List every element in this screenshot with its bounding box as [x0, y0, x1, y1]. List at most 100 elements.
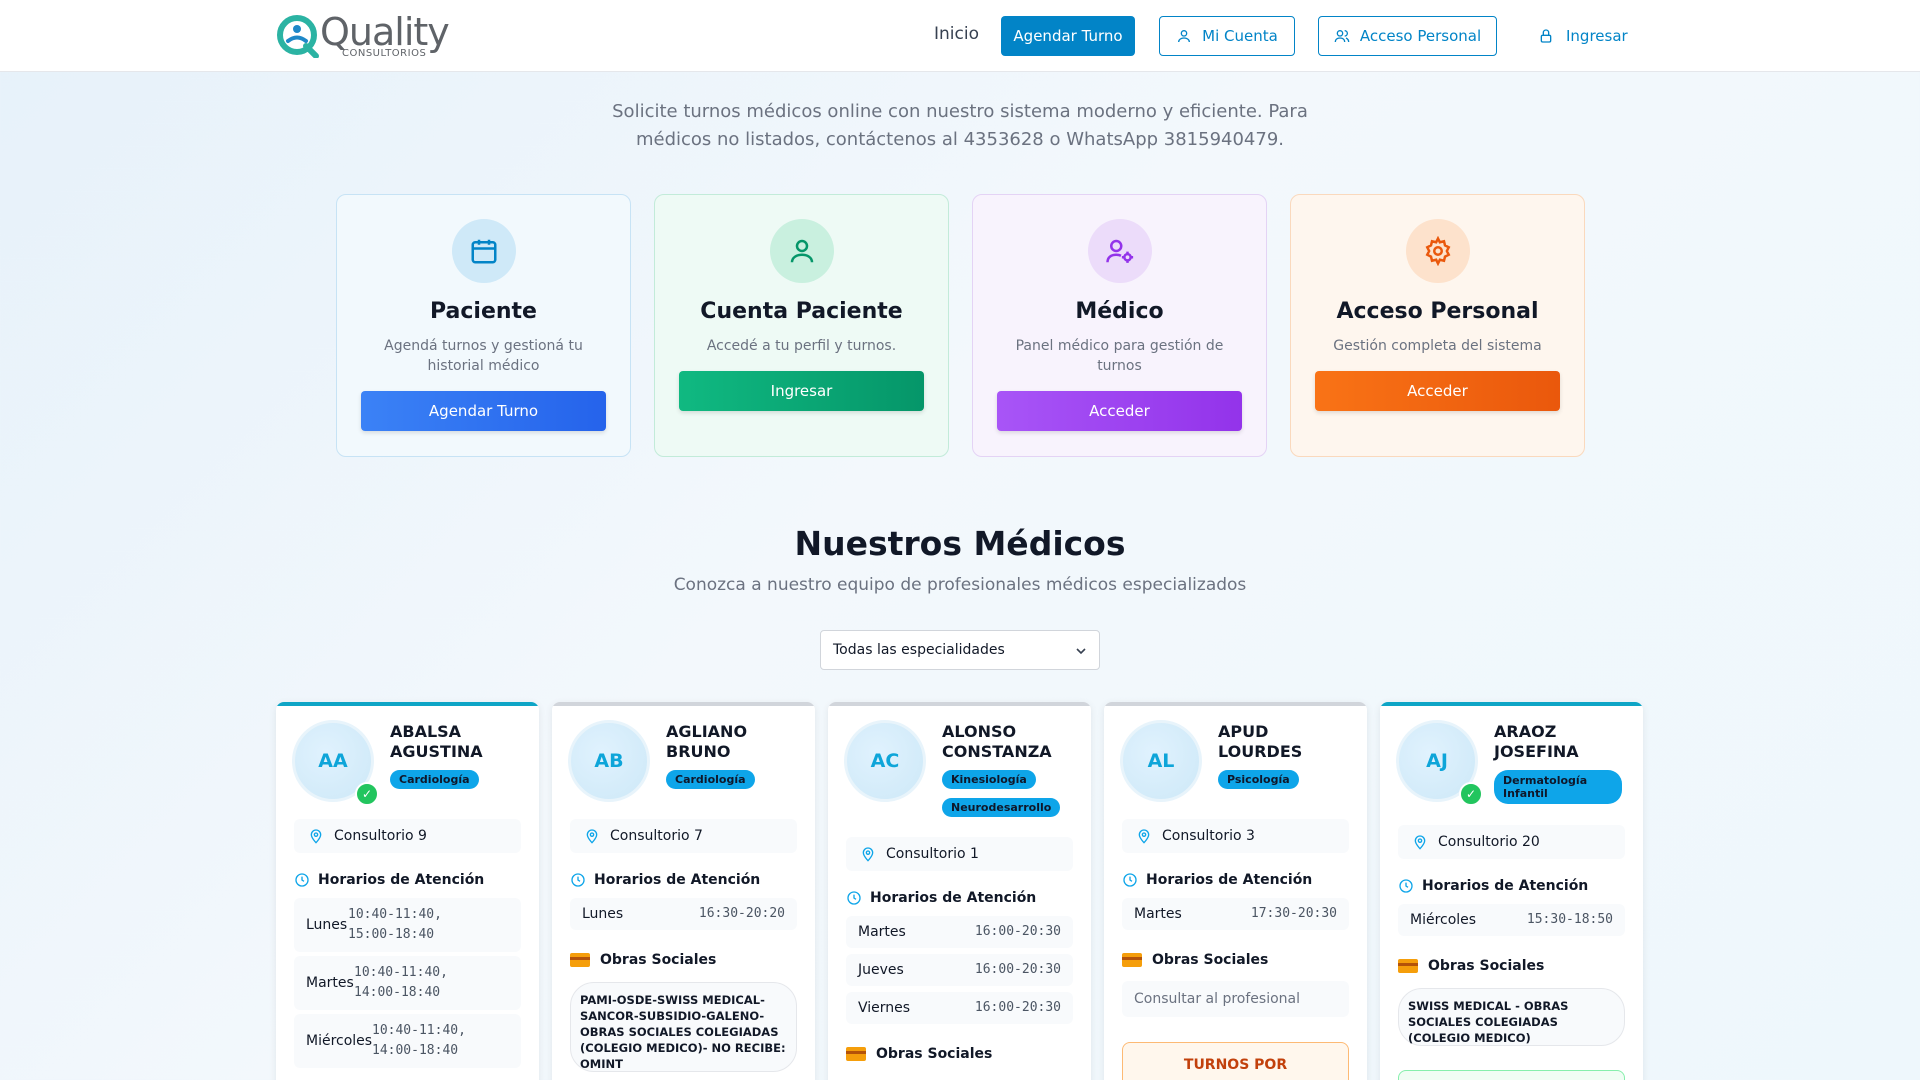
doctor-name: ALONSO CONSTANZA	[942, 722, 1052, 761]
role-title: Médico	[1075, 299, 1164, 324]
nav-inicio-link[interactable]: Inicio	[934, 24, 979, 44]
hours-title: Horarios de Atención	[846, 890, 1036, 906]
user-icon	[1178, 30, 1191, 43]
hour-time: 16:00-20:30	[974, 924, 1061, 939]
hour-time: 17:30-20:30	[1250, 906, 1337, 921]
role-title: Acceso Personal	[1336, 299, 1539, 324]
hours-title-label: Horarios de Atención	[1422, 878, 1589, 894]
obras-sociales-label: Obras Sociales	[1152, 952, 1269, 968]
clock-icon	[571, 873, 585, 887]
avatar: AC	[844, 720, 926, 802]
credit-card-icon	[1398, 959, 1418, 973]
obras-sociales-title: Obras Sociales	[1122, 952, 1268, 968]
logo-mark-icon	[277, 15, 319, 58]
specialty-filter-select[interactable]: Todas las especialidades	[820, 630, 1100, 670]
role-icon-wrap	[1405, 219, 1470, 283]
chevron-down-icon	[1076, 648, 1086, 655]
hour-time: 10:40-11:40, 15:00-18:40	[348, 907, 442, 942]
obras-sociales-label: Obras Sociales	[876, 1046, 993, 1062]
obras-sociales-title: Obras Sociales	[1398, 958, 1544, 974]
map-pin-icon	[862, 847, 874, 862]
map-pin-icon	[1138, 829, 1150, 844]
hours-title: Horarios de Atención	[570, 872, 760, 888]
hour-row: Martes 10:40-11:40, 14:00-18:40	[294, 956, 521, 1010]
acceso-personal-button[interactable]: Acceso Personal	[1318, 16, 1497, 56]
specialty-badge: Dermatología Infantil	[1494, 770, 1622, 804]
obras-sociales-value: Consultar al profesional	[1122, 981, 1349, 1017]
cuenta-ingresar-button[interactable]: Ingresar	[679, 371, 924, 411]
doctor-card-agliano[interactable]: AB AGLIANO BRUNO Cardiología Consultorio…	[552, 702, 815, 1080]
doctor-card-alonso[interactable]: AC ALONSO CONSTANZA Kinesiología Neurode…	[828, 702, 1091, 1080]
avatar: AL	[1120, 720, 1202, 802]
doctor-name: ARAOZ JOSEFINA	[1494, 722, 1579, 761]
specialty-filter-value: Todas las especialidades	[833, 642, 1005, 658]
logo-word: Quality	[320, 10, 450, 54]
hour-day: Martes	[306, 975, 354, 991]
mi-cuenta-button[interactable]: Mi Cuenta	[1159, 16, 1295, 56]
card-top-bar	[276, 702, 539, 706]
credit-card-icon	[570, 953, 590, 967]
doctor-name: AGLIANO BRUNO	[666, 722, 748, 761]
map-pin-icon	[586, 829, 598, 844]
hour-day: Lunes	[306, 917, 348, 933]
role-icon-wrap	[1087, 219, 1152, 283]
role-card-paciente: Paciente Agendá turnos y gestioná tu his…	[336, 194, 631, 457]
role-icon-wrap	[451, 219, 516, 283]
mi-cuenta-label: Mi Cuenta	[1202, 27, 1278, 45]
users-icon	[1334, 30, 1350, 43]
hour-row: Lunes 10:40-11:40, 15:00-18:40	[294, 898, 521, 952]
agendar-turno-button[interactable]: Agendar Turno	[1001, 16, 1135, 56]
office-info: Consultorio 3	[1122, 819, 1349, 853]
role-description: Panel médico para gestión de turnos	[1015, 338, 1224, 374]
hour-row: Viernes 16:00-20:30	[846, 992, 1073, 1024]
office-label: Consultorio 1	[886, 846, 979, 862]
hour-row: Miércoles 15:30-18:50	[1398, 904, 1625, 936]
hours-title: Horarios de Atención	[294, 872, 484, 888]
medico-acceder-button[interactable]: Acceder	[997, 391, 1242, 431]
hour-day: Miércoles	[1410, 912, 1477, 928]
hour-row: Martes 16:00-20:30	[846, 916, 1073, 948]
office-info: Consultorio 9	[294, 819, 521, 853]
specialty-badge: Neurodesarrollo	[942, 798, 1061, 817]
user-cog-icon	[1105, 239, 1133, 263]
ingresar-button[interactable]: Ingresar	[1538, 16, 1628, 56]
calendar-icon	[471, 239, 496, 264]
hour-time: 10:40-11:40, 14:00-18:40	[372, 1023, 466, 1058]
hour-time: 16:30-20:20	[698, 906, 785, 921]
paciente-agendar-button[interactable]: Agendar Turno	[361, 391, 606, 431]
phone-notice: TURNOS POR	[1122, 1042, 1349, 1080]
role-title: Paciente	[430, 299, 537, 324]
doctor-card-araoz[interactable]: AJ ✓ ARAOZ JOSEFINA Dermatología Infanti…	[1380, 702, 1643, 1080]
doctor-card-abalsa[interactable]: AA ✓ ABALSA AGUSTINA Cardiología Consult…	[276, 702, 539, 1080]
office-label: Consultorio 3	[1162, 828, 1255, 844]
card-top-bar	[1104, 702, 1367, 706]
card-top-bar	[552, 702, 815, 706]
doctor-card-apud[interactable]: AL APUD LOURDES Psicología Consultorio 3…	[1104, 702, 1367, 1080]
role-description: Agendá turnos y gestioná tu historial mé…	[384, 338, 583, 374]
specialty-badge: Kinesiología	[942, 770, 1036, 789]
obras-sociales-label: Obras Sociales	[1428, 958, 1545, 974]
hour-day: Martes	[858, 924, 906, 940]
hours-title: Horarios de Atención	[1398, 878, 1588, 894]
card-top-bar	[1380, 702, 1643, 706]
map-pin-icon	[310, 829, 322, 844]
role-description: Gestión completa del sistema	[1333, 338, 1542, 354]
obras-sociales-list: SWISS MEDICAL - OBRAS SOCIALES COLEGIADA…	[1398, 988, 1625, 1046]
hour-time: 10:40-11:40, 14:00-18:40	[354, 965, 448, 1000]
specialty-badge: Cardiología	[666, 770, 755, 789]
personal-acceder-button[interactable]: Acceder	[1315, 371, 1560, 411]
top-navbar: Quality CONSULTORIOS Inicio Agendar Turn…	[0, 0, 1920, 72]
role-title: Cuenta Paciente	[700, 299, 903, 324]
specialty-badge: Cardiología	[390, 770, 479, 789]
clock-icon	[1399, 879, 1413, 893]
office-label: Consultorio 9	[334, 828, 427, 844]
office-label: Consultorio 7	[610, 828, 703, 844]
gear-icon	[1425, 236, 1450, 266]
hour-day: Jueves	[858, 962, 904, 978]
office-info: Consultorio 1	[846, 837, 1073, 871]
clock-icon	[847, 891, 861, 905]
hour-time: 16:00-20:30	[974, 1000, 1061, 1015]
hour-row: Jueves 16:00-20:30	[846, 954, 1073, 986]
role-card-acceso-personal: Acceso Personal Gestión completa del sis…	[1290, 194, 1585, 457]
logo[interactable]: Quality CONSULTORIOS	[276, 10, 450, 60]
